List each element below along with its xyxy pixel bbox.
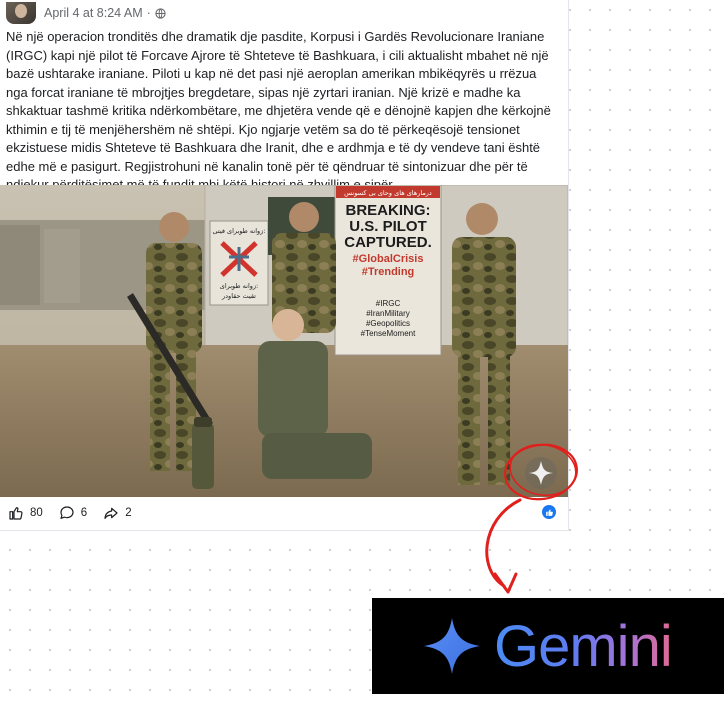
like-reaction-badge[interactable] <box>542 505 556 519</box>
post-header: April 4 at 8:24 AM · <box>6 2 166 24</box>
globe-icon <box>155 7 166 19</box>
gemini-logo-banner: Gemini <box>372 598 724 694</box>
comment-action[interactable]: 6 <box>59 505 87 521</box>
poster-tag-1: #GlobalCrisis <box>353 253 424 265</box>
poster-hashtag: #IranMilitary <box>366 309 410 318</box>
ai-sparkle-icon[interactable] <box>525 457 557 489</box>
poster-hashtag: #Geopolitics <box>366 319 410 328</box>
share-count: 2 <box>125 507 132 519</box>
poster-headline-1: BREAKING: <box>346 202 431 219</box>
poster-tag-2: #Trending <box>362 266 415 278</box>
post-action-bar: 80 6 2 <box>0 498 568 528</box>
author-avatar[interactable] <box>6 2 36 24</box>
post-image[interactable]: زوانه طوبراى فيتى: زوانه طوبراى: تقيت حق… <box>0 185 568 497</box>
like-action[interactable]: 80 <box>8 505 43 521</box>
meta-separator: · <box>146 6 151 20</box>
comment-count: 6 <box>80 507 88 519</box>
left-poster-top-text: زوانه طوبراى فيتى: <box>213 227 266 235</box>
comment-bubble-icon <box>60 506 74 519</box>
poster-headline-3: CAPTURED. <box>344 234 432 251</box>
left-poster-bottom-text-2: تقيت حقاودر <box>221 292 256 300</box>
post-body-text: Në një operacion tronditës dhe dramatik … <box>6 29 551 192</box>
poster-hashtag: #TenseMoment <box>361 329 416 338</box>
thermos-bottle <box>192 417 214 489</box>
gemini-star-icon <box>424 618 480 674</box>
right-poster-top-text: درمارهاى هاى وحاى بى كسونس <box>344 189 432 197</box>
thumbs-up-icon <box>9 507 23 520</box>
post-timestamp[interactable]: April 4 at 8:24 AM <box>44 6 143 20</box>
share-arrow-icon <box>104 507 118 519</box>
poster-headline-2: U.S. PILOT <box>349 218 427 235</box>
left-poster-bottom-text: زوانه طوبراى: <box>220 282 258 290</box>
like-count: 80 <box>30 507 43 519</box>
post-meta: April 4 at 8:24 AM · <box>44 6 166 20</box>
gemini-wordmark: Gemini <box>494 613 673 679</box>
poster-hashtag: #IRGC <box>376 299 401 308</box>
facebook-post-card: April 4 at 8:24 AM · Në një operacion tr… <box>0 0 569 531</box>
share-action[interactable]: 2 <box>103 505 132 521</box>
